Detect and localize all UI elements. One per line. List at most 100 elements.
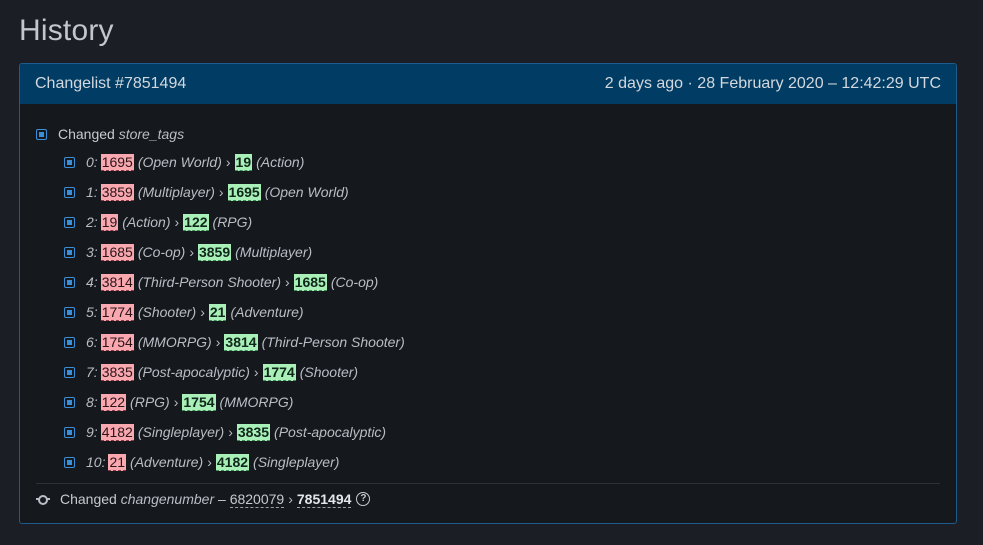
new-tag-id[interactable]: 122 <box>183 213 209 231</box>
arrow: › <box>200 304 205 320</box>
old-tag-id[interactable]: 1685 <box>100 243 134 261</box>
tag-index: 3: <box>86 244 98 260</box>
old-tag-name: (Singleplayer) <box>137 424 225 440</box>
new-tag-name: (Singleplayer) <box>253 454 340 470</box>
checkbox-square-icon <box>64 186 75 198</box>
new-tag-id[interactable]: 1685 <box>293 273 327 291</box>
changed-label: Changed <box>60 491 117 507</box>
checkbox-square-icon <box>64 396 75 408</box>
page-title: History <box>19 14 114 47</box>
arrow: › <box>174 214 180 230</box>
changelist-id[interactable]: Changelist #7851494 <box>35 75 186 93</box>
new-tag-id[interactable]: 3814 <box>224 333 258 351</box>
tag-index: 9: <box>86 424 98 440</box>
new-tag-name: (Adventure) <box>230 304 304 320</box>
store-tags-key: store_tags <box>118 126 185 142</box>
old-tag-id[interactable]: 1695 <box>100 153 134 171</box>
new-tag-id[interactable]: 19 <box>234 153 253 171</box>
new-tag-id[interactable]: 21 <box>208 303 227 321</box>
new-tag-id[interactable]: 3835 <box>236 423 271 441</box>
changelist-header: Changelist #7851494 2 days ago · 28 Febr… <box>20 64 956 104</box>
new-tag-name: (Action) <box>256 154 305 170</box>
changenumber-change: Changed changenumber – 6820079 › 7851494? <box>36 484 940 514</box>
arrow: › <box>288 491 293 507</box>
arrow: › <box>215 334 221 350</box>
store-tag-row: 6: 1754 (MMORPG) › 3814 (Third-Person Shooter… <box>36 327 940 357</box>
store-tag-row: 10: 21 (Adventure) › 4182 (Singleplayer) <box>36 447 940 477</box>
new-tag-id[interactable]: 1754 <box>182 393 216 411</box>
arrow: › <box>207 454 212 470</box>
new-tag-name: (Co-op) <box>330 274 379 290</box>
question-circle-icon[interactable]: ? <box>356 492 371 506</box>
arrow: › <box>173 394 179 410</box>
new-tag-name: (Multiplayer) <box>235 244 313 260</box>
old-tag-id[interactable]: 3814 <box>100 273 134 291</box>
tag-index: 7: <box>86 364 98 380</box>
old-tag-id[interactable]: 3835 <box>100 363 134 381</box>
new-tag-name: (MMORPG) <box>219 394 294 410</box>
old-tag-name: (Adventure) <box>130 454 204 470</box>
checkbox-square-icon <box>64 426 75 438</box>
old-tag-id[interactable]: 21 <box>108 453 127 471</box>
tag-index: 6: <box>86 334 98 350</box>
old-tag-name: (Action) <box>122 214 171 230</box>
old-tag-name: (MMORPG) <box>137 334 212 350</box>
new-tag-id[interactable]: 1774 <box>262 363 296 381</box>
checkbox-square-icon <box>36 128 47 140</box>
checkbox-square-icon <box>64 246 75 258</box>
new-tag-name: (Shooter) <box>299 364 359 380</box>
changed-label: Changed <box>58 126 115 142</box>
dash: – <box>218 491 226 507</box>
old-tag-id[interactable]: 3859 <box>100 183 134 201</box>
new-tag-id[interactable]: 4182 <box>215 453 250 471</box>
new-tag-name: (Third-Person Shooter) <box>261 334 405 350</box>
changelist-card: Changelist #7851494 2 days ago · 28 Febr… <box>19 63 957 524</box>
changelist-body: Changed store_tags 0: 1695 (Open World) › 19… <box>20 104 956 514</box>
new-tag-name: (Post-apocalyptic) <box>274 424 387 440</box>
store-tags-list: 0: 1695 (Open World) › 19 (Action) 1: 3859 (Mult… <box>36 147 940 477</box>
new-tag-name: (RPG) <box>212 214 253 230</box>
new-changenumber-link[interactable]: 7851494 <box>296 491 352 508</box>
tag-index: 10: <box>86 454 106 470</box>
tag-index: 2: <box>86 214 98 230</box>
store-tags-change: Changed store_tags <box>36 123 940 145</box>
old-tag-id[interactable]: 122 <box>100 393 127 411</box>
arrow: › <box>189 244 194 260</box>
tag-index: 0: <box>86 154 98 170</box>
old-tag-name: (Co-op) <box>137 244 186 260</box>
new-tag-name: (Open World) <box>264 184 349 200</box>
changelist-time: 2 days ago · 28 February 2020 – 12:42:29… <box>604 75 941 92</box>
old-changenumber-link[interactable]: 6820079 <box>229 491 285 508</box>
git-commit-icon <box>36 494 50 505</box>
store-tag-row: 5: 1774 (Shooter) › 21 (Adventure) <box>36 297 940 327</box>
checkbox-square-icon <box>64 156 75 168</box>
old-tag-name: (Third-Person Shooter) <box>137 274 282 290</box>
history-page: History Changelist #7851494 2 days ago ·… <box>0 0 983 545</box>
old-tag-id[interactable]: 19 <box>100 213 119 231</box>
old-tag-id[interactable]: 4182 <box>100 423 134 441</box>
arrow: › <box>225 154 231 170</box>
store-tag-row: 1: 3859 (Multiplayer) › 1695 (Open World) <box>36 177 940 207</box>
store-tag-row: 8: 122 (RPG) › 1754 (MMORPG) <box>36 387 940 417</box>
old-tag-id[interactable]: 1754 <box>100 333 134 351</box>
store-tag-row: 3: 1685 (Co-op) › 3859 (Multiplayer) <box>36 237 940 267</box>
arrow: › <box>253 364 259 380</box>
tag-index: 8: <box>86 394 98 410</box>
changenumber-key: changenumber <box>120 491 215 507</box>
store-tag-row: 4: 3814 (Third-Person Shooter) › 1685 (Co-op) <box>36 267 940 297</box>
checkbox-square-icon <box>64 276 75 288</box>
checkbox-square-icon <box>64 216 75 228</box>
tag-index: 5: <box>86 304 98 320</box>
old-tag-id[interactable]: 1774 <box>100 303 134 321</box>
old-tag-name: (RPG) <box>130 394 170 410</box>
new-tag-id[interactable]: 3859 <box>197 243 232 261</box>
new-tag-id[interactable]: 1695 <box>227 183 261 201</box>
store-tag-row: 7: 3835 (Post-apocalyptic) › 1774 (Shooter) <box>36 357 940 387</box>
checkbox-square-icon <box>64 306 75 318</box>
store-tag-row: 2: 19 (Action) › 122 (RPG) <box>36 207 940 237</box>
arrow: › <box>285 274 290 290</box>
store-tag-row: 0: 1695 (Open World) › 19 (Action) <box>36 147 940 177</box>
tag-index: 4: <box>86 274 98 290</box>
checkbox-square-icon <box>64 336 75 348</box>
arrow: › <box>218 184 224 200</box>
